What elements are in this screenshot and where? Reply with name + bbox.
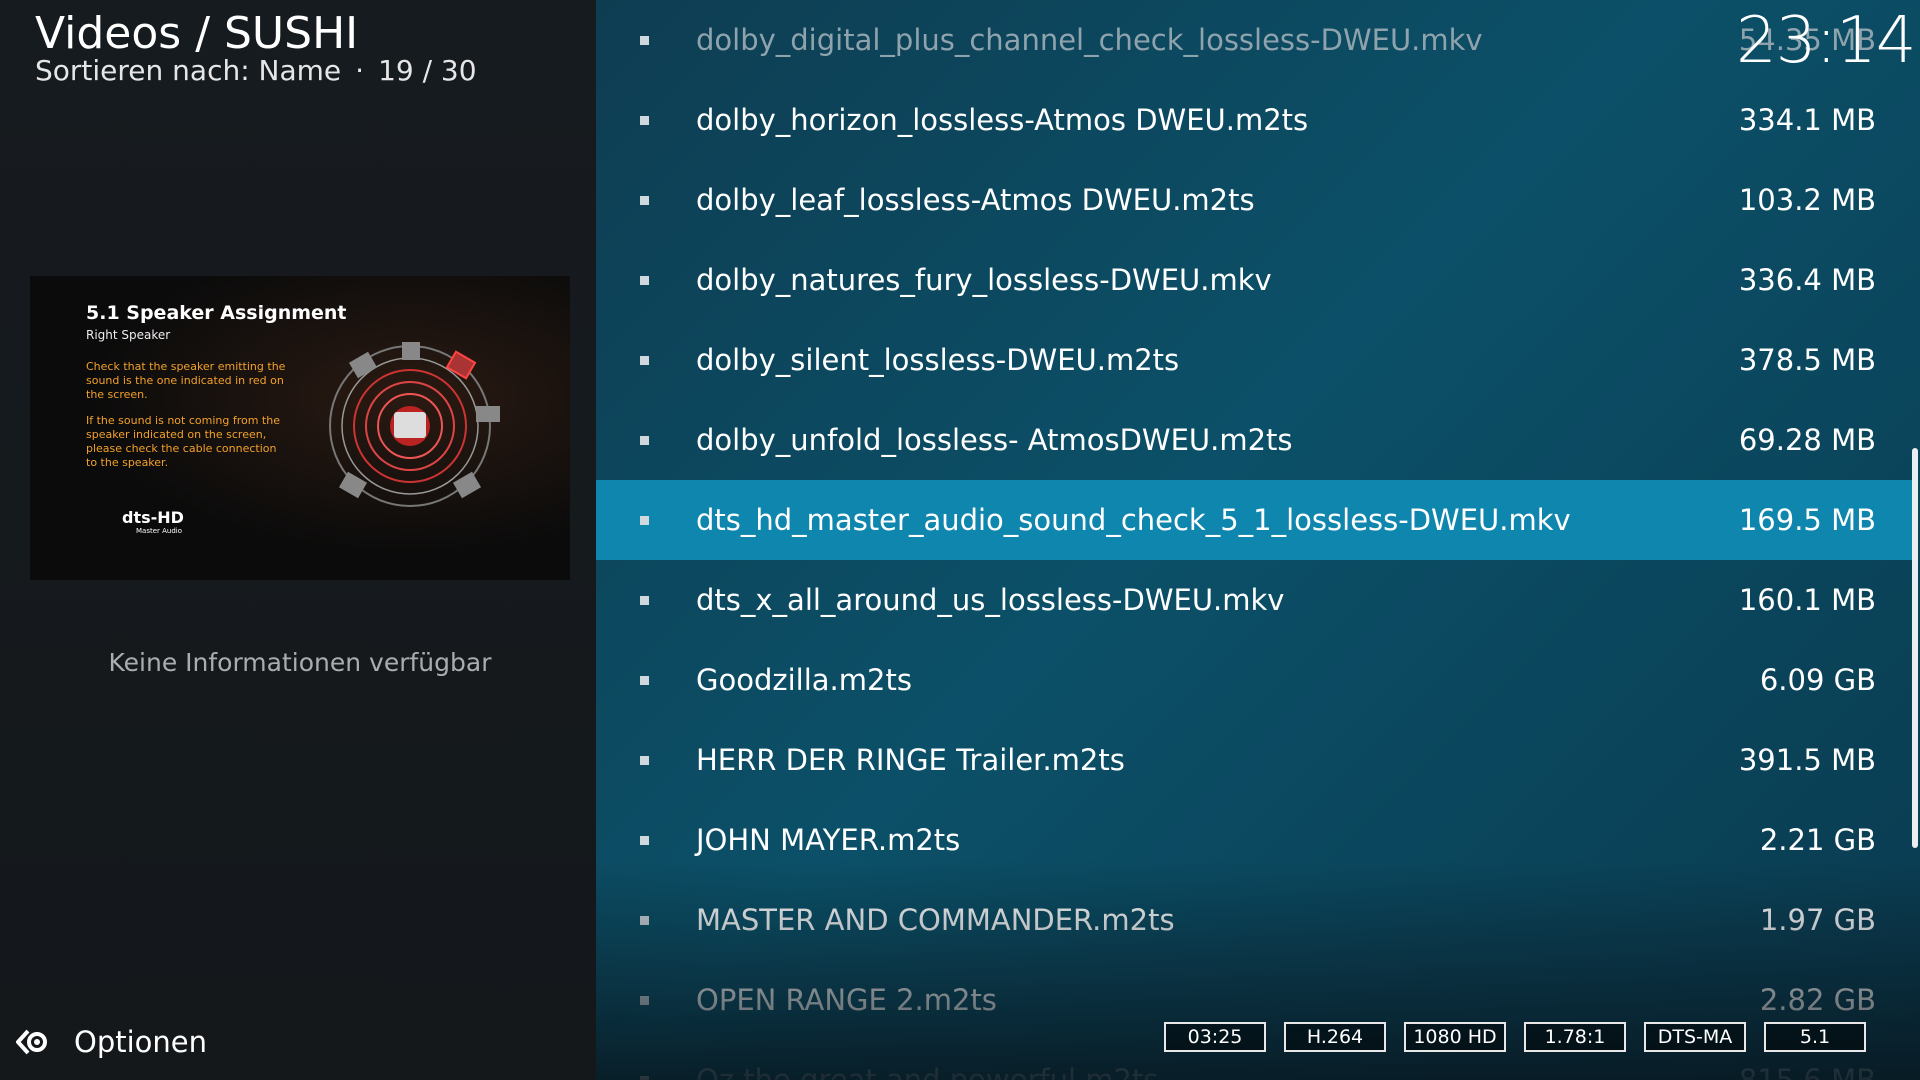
scrollbar[interactable] <box>1912 448 1918 848</box>
file-row[interactable]: dts_x_all_around_us_lossless-DWEU.mkv 160… <box>596 560 1912 640</box>
bullet-icon <box>640 515 649 525</box>
file-row[interactable]: dolby_leaf_lossless-Atmos DWEU.m2ts 103.2… <box>596 160 1912 240</box>
file-name: dolby_horizon_lossless-Atmos DWEU.m2ts <box>696 103 1309 137</box>
thumbnail-text-2: If the sound is not coming from the spea… <box>86 414 280 469</box>
file-row[interactable]: dolby_natures_fury_lossless-DWEU.mkv 336.… <box>596 240 1912 320</box>
file-name: dolby_unfold_lossless- AtmosDWEU.m2ts <box>696 423 1293 457</box>
bullet-icon <box>640 915 649 925</box>
file-row[interactable]: MASTER AND COMMANDER.m2ts 1.97 GB <box>596 880 1912 960</box>
bullet-icon <box>640 435 649 445</box>
bullet-icon <box>640 195 649 205</box>
sort-label: Sortieren nach: Name <box>35 54 342 87</box>
page-title: Videos / SUSHI <box>35 8 359 59</box>
file-name: Goodzilla.m2ts <box>696 663 912 697</box>
file-row[interactable]: dolby_horizon_lossless-Atmos DWEU.m2ts 33… <box>596 80 1912 160</box>
dts-logo: dts-HD Master Audio <box>122 508 184 535</box>
media-flag: H.264 <box>1284 1022 1386 1052</box>
file-name: Oz the great and powerful.m2ts <box>696 1063 1159 1080</box>
file-name: MASTER AND COMMANDER.m2ts <box>696 903 1175 937</box>
file-name: HERR DER RINGE Trailer.m2ts <box>696 743 1125 777</box>
file-row[interactable]: JOHN MAYER.m2ts 2.21 GB <box>596 800 1912 880</box>
file-size: 103.2 MB <box>1738 183 1876 217</box>
bullet-icon <box>640 275 649 285</box>
file-row[interactable]: Goodzilla.m2ts 6.09 GB <box>596 640 1912 720</box>
options-button[interactable]: Optionen <box>14 1022 207 1062</box>
file-size: 815.6 MB <box>1738 1063 1876 1080</box>
file-size: 2.21 GB <box>1759 823 1876 857</box>
file-row[interactable]: HERR DER RINGE Trailer.m2ts 391.5 MB <box>596 720 1912 800</box>
file-list[interactable]: dolby_digital_plus_channel_check_lossles… <box>596 0 1920 1080</box>
media-flag: 5.1 <box>1764 1022 1866 1052</box>
bullet-icon <box>640 35 649 45</box>
options-label: Optionen <box>74 1025 208 1059</box>
file-size: 6.09 GB <box>1759 663 1876 697</box>
file-name: dts_x_all_around_us_lossless-DWEU.mkv <box>696 583 1285 617</box>
media-flag: 1.78:1 <box>1524 1022 1626 1052</box>
bullet-icon <box>640 595 649 605</box>
speaker-diagram-icon <box>329 342 500 507</box>
dts-logo-text: dts-HD <box>122 508 184 527</box>
thumbnail-text-1: Check that the speaker emitting the soun… <box>86 360 286 401</box>
file-row[interactable]: dolby_silent_lossless-DWEU.m2ts 378.5 MB <box>596 320 1912 400</box>
file-row[interactable]: dts_hd_master_audio_sound_check_5_1_loss… <box>596 480 1912 560</box>
file-name: OPEN RANGE 2.m2ts <box>696 983 997 1017</box>
file-row[interactable]: dolby_unfold_lossless- AtmosDWEU.m2ts 69.… <box>596 400 1912 480</box>
dts-logo-sub: Master Audio <box>136 527 183 535</box>
file-size: 378.5 MB <box>1738 343 1876 377</box>
file-name: dolby_silent_lossless-DWEU.m2ts <box>696 343 1180 377</box>
file-name: dolby_leaf_lossless-Atmos DWEU.m2ts <box>696 183 1255 217</box>
media-flag: 03:25 <box>1164 1022 1266 1052</box>
gear-arrow-icon <box>16 1029 47 1055</box>
bullet-icon <box>640 755 649 765</box>
file-size: 160.1 MB <box>1738 583 1876 617</box>
file-size: 69.28 MB <box>1738 423 1876 457</box>
thumbnail-subtitle: Right Speaker <box>86 328 171 342</box>
bullet-icon <box>640 835 649 845</box>
video-thumbnail: 5.1 Speaker Assignment Right Speaker Che… <box>30 276 570 580</box>
file-name: dts_hd_master_audio_sound_check_5_1_loss… <box>696 503 1571 537</box>
item-position: 19 / 30 <box>378 54 477 87</box>
file-size: 1.97 GB <box>1759 903 1876 937</box>
sort-info: Sortieren nach: Name · 19 / 30 <box>35 54 477 87</box>
no-info-label: Keine Informationen verfügbar <box>108 648 492 677</box>
info-panel: Videos / SUSHI Sortieren nach: Name · 19 /… <box>0 0 596 1080</box>
file-size: 336.4 MB <box>1738 263 1876 297</box>
file-name: JOHN MAYER.m2ts <box>696 823 961 857</box>
media-flags: 03:25 H.264 1080 HD 1.78:1 DTS-MA 5.1 <box>1164 1022 1866 1052</box>
file-row[interactable]: dolby_digital_plus_channel_check_lossles… <box>596 0 1912 80</box>
media-flag: 1080 HD <box>1404 1022 1506 1052</box>
bullet-icon <box>640 995 649 1005</box>
clock: 23:14 <box>1736 4 1916 78</box>
kodi-screen: Videos / SUSHI Sortieren nach: Name · 19 /… <box>0 0 1920 1080</box>
separator-dot: · <box>355 54 365 87</box>
bullet-icon <box>640 355 649 365</box>
file-size: 169.5 MB <box>1738 503 1876 537</box>
file-name: dolby_digital_plus_channel_check_lossles… <box>696 23 1483 57</box>
bullet-icon <box>640 675 649 685</box>
file-name: dolby_natures_fury_lossless-DWEU.mkv <box>696 263 1272 297</box>
bullet-icon <box>640 115 649 125</box>
file-size: 391.5 MB <box>1738 743 1876 777</box>
bullet-icon <box>640 1075 649 1080</box>
file-size: 334.1 MB <box>1738 103 1876 137</box>
media-flag: DTS-MA <box>1644 1022 1746 1052</box>
file-size: 2.82 GB <box>1759 983 1876 1017</box>
